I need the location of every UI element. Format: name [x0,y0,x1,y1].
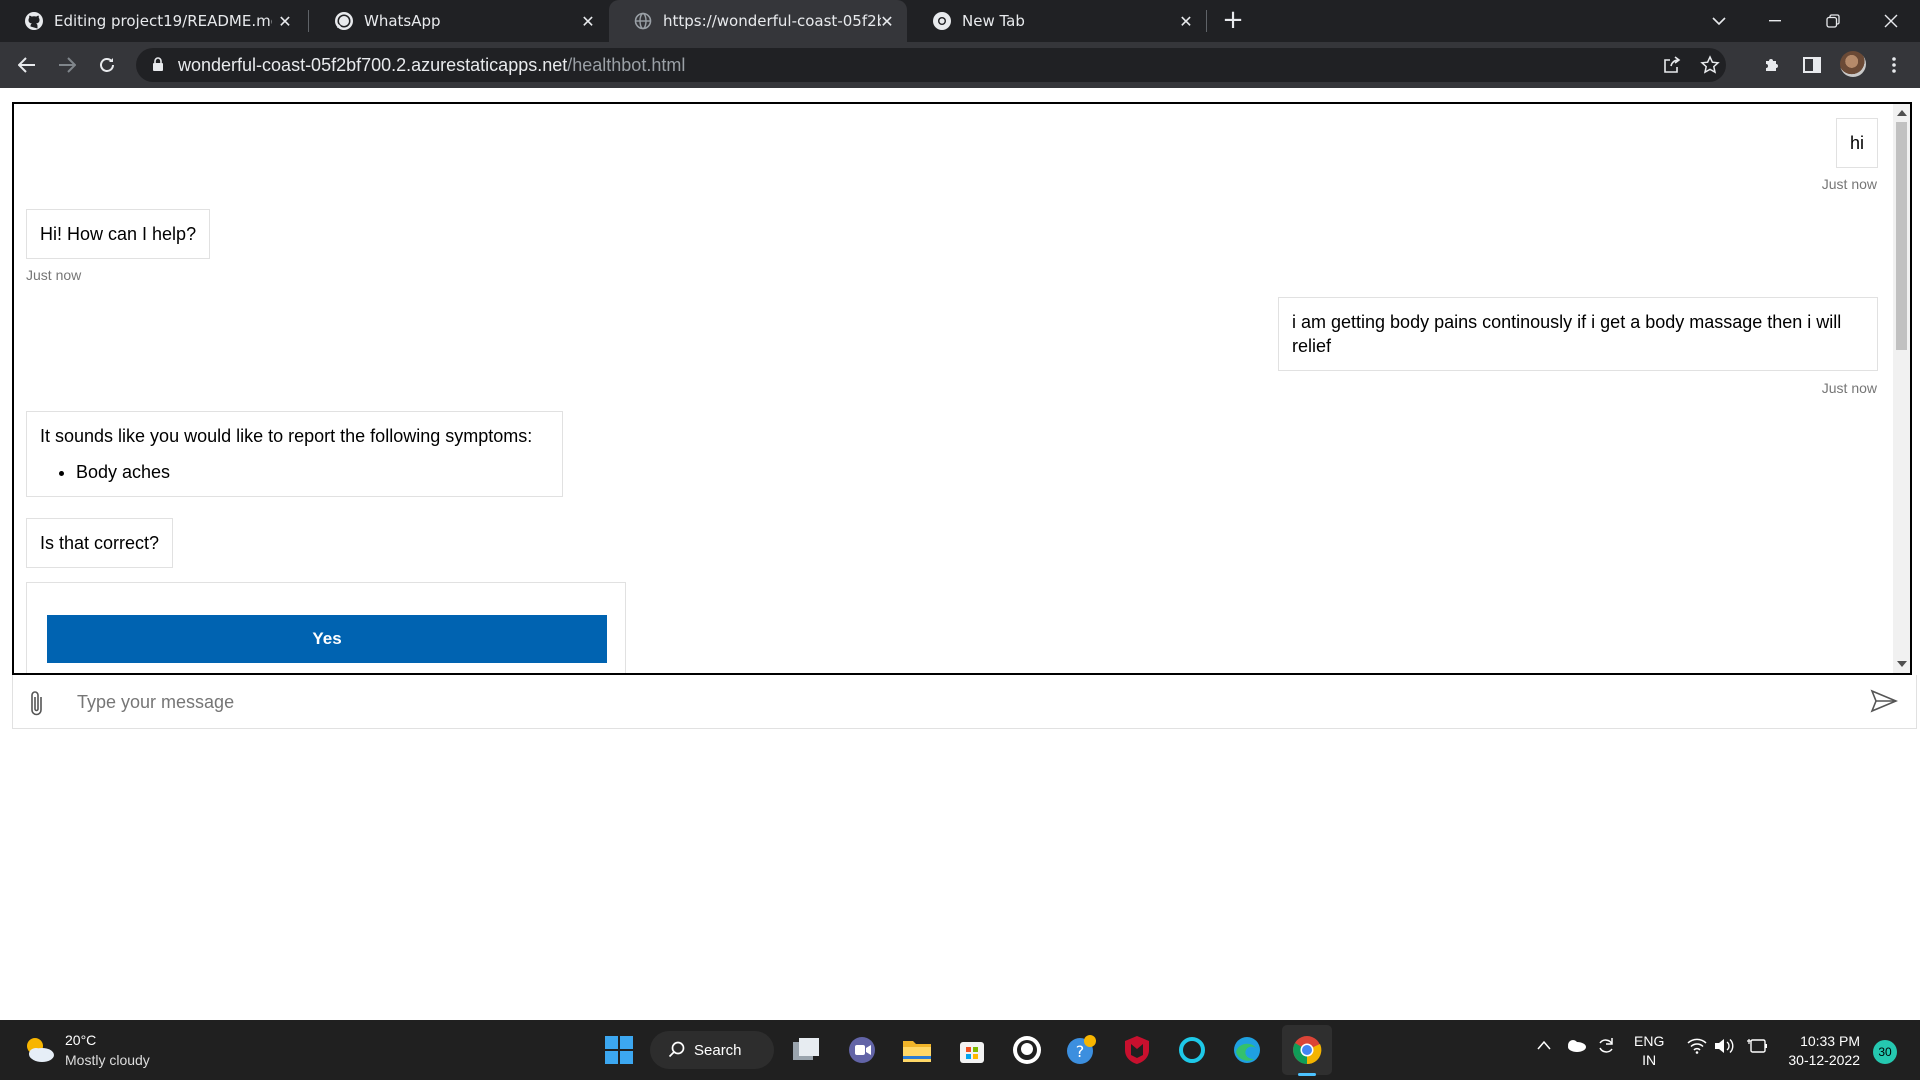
svg-text:?: ? [1076,1042,1085,1061]
back-icon[interactable] [11,49,43,81]
github-desktop-icon[interactable] [1010,1033,1044,1067]
bot-message: Hi! How can I help? [26,209,211,259]
scroll-down-icon[interactable] [1897,661,1907,667]
extensions-puzzle-icon[interactable] [1760,53,1784,77]
tab-new-tab[interactable]: New Tab ✕ [908,0,1206,42]
region-code: IN [1642,1052,1657,1068]
close-tab-icon[interactable]: ✕ [578,11,598,31]
tab-whatsapp[interactable]: WhatsApp ✕ [310,0,608,42]
github-icon [24,11,44,31]
close-window-icon[interactable] [1868,0,1914,42]
bookmark-star-icon[interactable] [1698,53,1722,77]
whatsapp-icon [334,11,354,31]
url-text: wonderful-coast-05f2bf700.2.azurestatica… [178,55,685,76]
new-tab-button[interactable]: + [1220,7,1246,34]
browser-toolbar: wonderful-coast-05f2bf700.2.azurestatica… [0,42,1920,88]
share-icon[interactable] [1660,53,1684,77]
message-text: hi [1849,133,1864,153]
user-message: hi [1835,118,1878,168]
message-composer [12,675,1917,729]
symptom-list: Body aches [76,460,549,484]
weather-cloud-icon[interactable] [22,1034,56,1069]
taskbar-search-button[interactable]: Search [650,1031,774,1069]
notification-badge[interactable]: 30 [1873,1040,1897,1064]
scroll-up-icon[interactable] [1897,110,1907,116]
tab-divider [308,10,309,32]
tab-divider [1206,10,1207,32]
message-text: It sounds like you would like to report … [40,426,533,446]
message-timestamp: Just now [1821,176,1877,192]
message-text: i am getting body pains continously if i… [1292,312,1842,356]
paperclip-icon[interactable] [29,689,45,721]
weather-temperature[interactable]: 20°C [65,1032,96,1048]
weather-description[interactable]: Mostly cloudy [65,1052,150,1068]
onedrive-cloud-icon[interactable] [1565,1038,1587,1055]
search-icon [668,1041,685,1062]
start-windows-icon[interactable] [602,1033,636,1067]
clock-date: 30-12-2022 [1788,1052,1860,1068]
tab-title: Editing project19/README.md at [54,12,272,30]
tab-healthbot[interactable]: https://wonderful-coast-05f2bf70 ✕ [609,0,907,42]
chrome-taskbar-icon[interactable] [1290,1033,1324,1067]
file-explorer-icon[interactable] [900,1033,934,1067]
sync-icon[interactable] [1596,1036,1616,1059]
globe-icon [633,11,653,31]
edge-icon[interactable] [1230,1033,1264,1067]
address-bar[interactable]: wonderful-coast-05f2bf700.2.azurestatica… [136,48,1726,82]
scrollbar-thumb[interactable] [1896,122,1907,350]
list-item: Body aches [76,460,549,484]
search-label: Search [694,1041,742,1059]
url-path: /healthbot.html [567,55,686,75]
user-message: i am getting body pains continously if i… [1278,297,1878,371]
tab-title: https://wonderful-coast-05f2bf70 [663,12,881,30]
chat-transcript[interactable]: hi Just now Hi! How can I help? Just now… [12,102,1912,675]
side-panel-icon[interactable] [1800,53,1824,77]
language-code: ENG [1634,1033,1665,1049]
cortana-icon[interactable] [1175,1033,1209,1067]
lock-icon[interactable] [152,57,164,76]
tab-title: New Tab [962,12,1025,30]
forward-icon[interactable] [51,49,83,81]
active-app-indicator [1298,1073,1316,1076]
message-text: Is that correct? [40,533,160,553]
chevron-up-icon[interactable] [1536,1038,1552,1054]
help-icon[interactable]: ? [1065,1033,1099,1067]
suggested-actions-card: Yes [26,582,626,673]
teams-chat-icon[interactable] [845,1033,879,1067]
tab-search-icon[interactable] [1696,0,1742,42]
mcafee-shield-icon[interactable] [1120,1033,1154,1067]
language-indicator[interactable]: ENG IN [1634,1032,1664,1070]
chrome-icon [932,11,952,31]
clock-time: 10:33 PM [1800,1033,1860,1049]
tab-title: WhatsApp [364,12,441,30]
bot-message: It sounds like you would like to report … [26,411,563,497]
url-host: wonderful-coast-05f2bf700.2.azurestatica… [178,55,568,75]
bot-message: Is that correct? [26,518,174,568]
wifi-icon[interactable] [1687,1038,1707,1057]
volume-icon[interactable] [1714,1038,1734,1057]
close-tab-icon[interactable]: ✕ [275,11,295,31]
windows-taskbar: 20°C Mostly cloudy Search ? ENG IN 10:33… [0,1020,1920,1080]
scrollbar[interactable] [1893,104,1910,673]
reload-icon[interactable] [91,49,123,81]
yes-button[interactable]: Yes [47,615,607,663]
microsoft-store-icon[interactable] [955,1033,989,1067]
close-tab-icon[interactable]: ✕ [1176,11,1196,31]
send-icon[interactable] [1870,689,1899,717]
close-tab-icon[interactable]: ✕ [877,11,897,31]
tab-github[interactable]: Editing project19/README.md at ✕ [0,0,305,42]
menu-kebab-icon[interactable] [1882,53,1906,77]
profile-avatar[interactable] [1840,51,1866,77]
restore-icon[interactable] [1810,0,1856,42]
web-page: hi Just now Hi! How can I help? Just now… [0,88,1920,1020]
system-clock[interactable]: 10:33 PM 30-12-2022 [1786,1032,1860,1070]
message-input[interactable] [77,688,1857,716]
message-timestamp: Just now [1821,380,1877,396]
message-text: Hi! How can I help? [40,224,197,244]
message-timestamp: Just now [26,267,82,283]
task-view-icon[interactable] [790,1033,824,1067]
tab-strip: Editing project19/README.md at ✕ WhatsAp… [0,0,1920,42]
minimize-icon[interactable] [1752,0,1798,42]
battery-icon[interactable] [1746,1038,1768,1057]
